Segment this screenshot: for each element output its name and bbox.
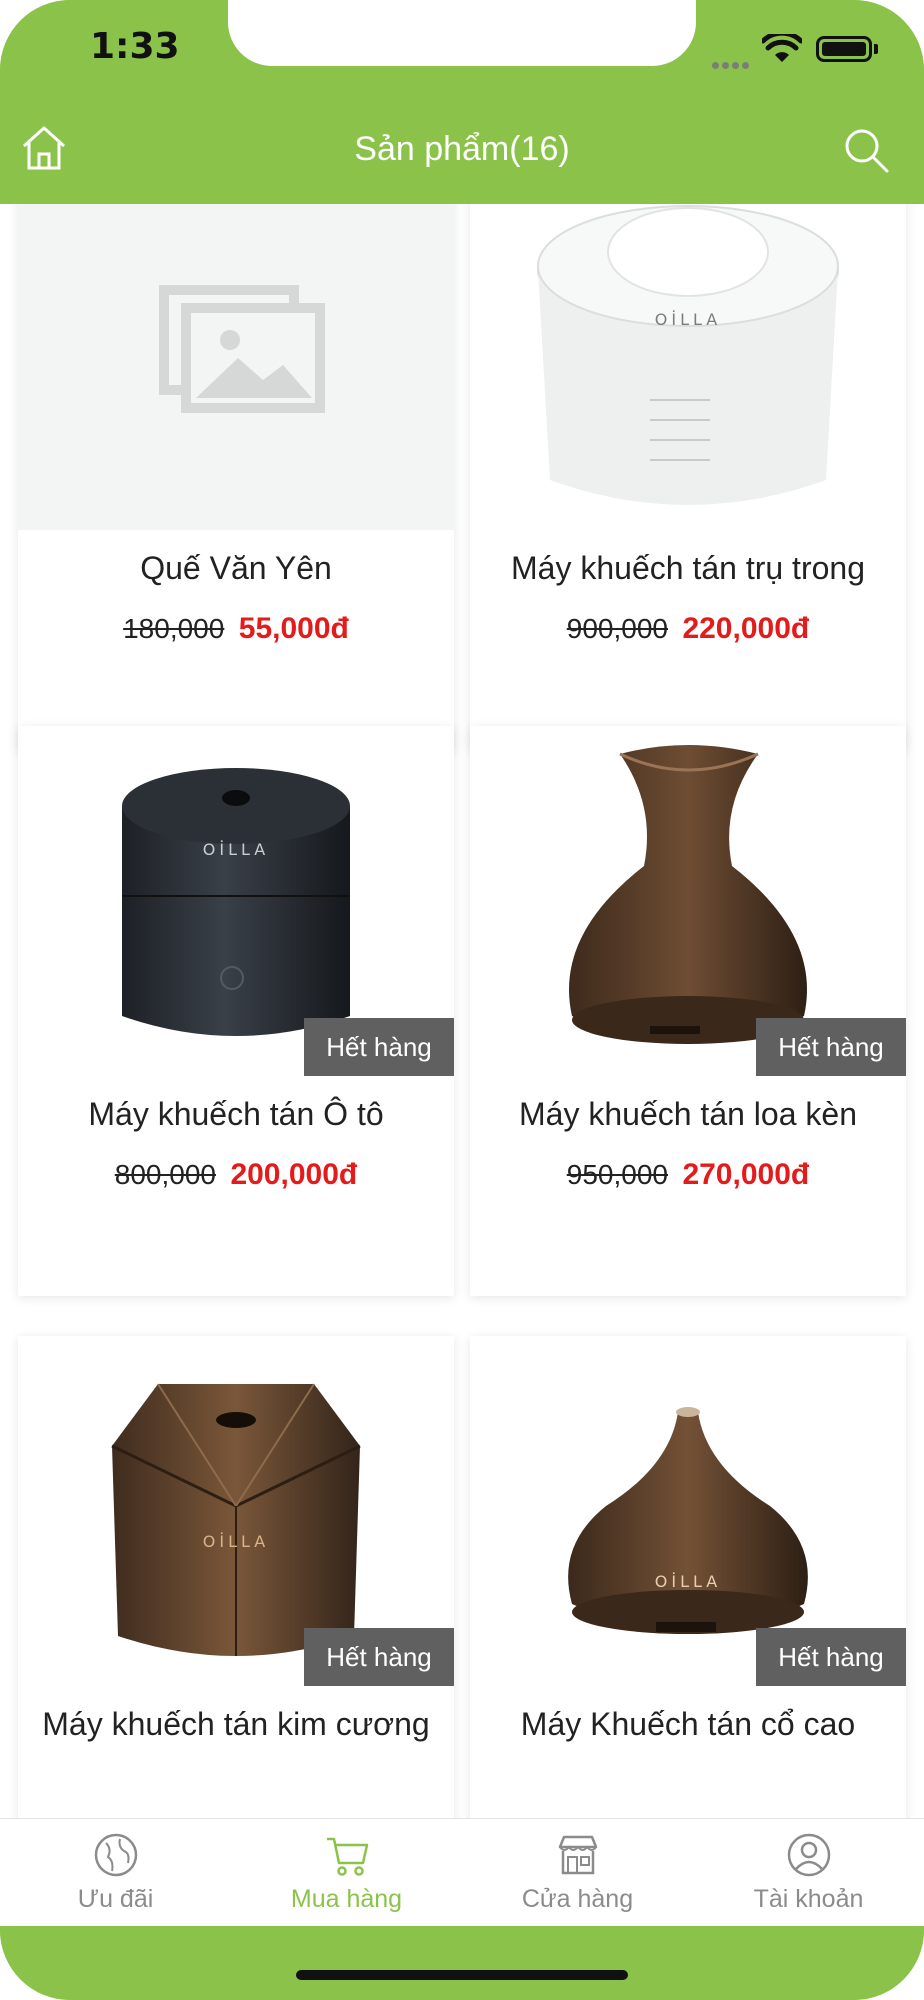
product-prices: 180,000 55,000đ <box>18 612 454 646</box>
tab-label: Mua hàng <box>290 1885 403 1913</box>
old-price: 950,000 <box>566 1159 668 1190</box>
battery-icon <box>816 36 872 62</box>
product-image: OİLLA Hết hàng <box>470 1336 906 1686</box>
product-name: Quế Văn Yên <box>140 550 332 586</box>
battery-cap <box>874 44 878 54</box>
product-card[interactable]: OİLLA Hết hàng Máy khuếch tán Ô tô 800,0… <box>18 726 454 1296</box>
tab-label: Cửa hàng <box>521 1885 634 1913</box>
status-bar: 1:33 <box>0 0 924 100</box>
old-price: 180,000 <box>123 613 225 644</box>
product-name: Máy khuếch tán kim cương <box>42 1706 430 1742</box>
home-indicator-area <box>0 1926 924 2000</box>
product-card[interactable]: OİLLA Hết hàng Máy Khuếch tán cổ cao <box>470 1336 906 1818</box>
old-price: 900,000 <box>566 613 668 644</box>
out-of-stock-badge: Hết hàng <box>304 1628 454 1686</box>
phone-screen: 1:33 Sản phẩm(16) Quế Văn Yên 180,000 55… <box>0 0 924 2000</box>
product-grid: Quế Văn Yên 180,000 55,000đ OİLLA Máy kh… <box>0 204 924 1818</box>
tab-uu-dai[interactable]: Ưu đãi <box>0 1819 231 1927</box>
product-image: OİLLA Hết hàng <box>18 1336 454 1686</box>
product-name: Máy khuếch tán loa kèn <box>519 1096 857 1132</box>
sale-price: 200,000đ <box>230 1158 358 1191</box>
status-time: 1:33 <box>90 26 180 67</box>
product-prices: 900,000 220,000đ <box>470 612 906 646</box>
out-of-stock-badge: Hết hàng <box>756 1628 906 1686</box>
notch <box>228 0 696 66</box>
brand-label: OİLLA <box>202 840 270 859</box>
sale-price: 270,000đ <box>682 1158 810 1191</box>
search-icon[interactable] <box>842 126 890 174</box>
placeholder-image-icon <box>159 285 325 413</box>
brand-label: OİLLA <box>202 1532 270 1551</box>
product-image: Hết hàng <box>470 726 906 1076</box>
product-card[interactable]: Quế Văn Yên 180,000 55,000đ <box>18 204 454 750</box>
out-of-stock-badge: Hết hàng <box>756 1018 906 1076</box>
product-name: Máy khuếch tán Ô tô <box>88 1096 384 1132</box>
product-image: OİLLA Hết hàng <box>18 726 454 1076</box>
tab-label: Ưu đãi <box>77 1885 154 1913</box>
product-name: Máy khuếch tán trụ trong <box>511 550 865 586</box>
sale-price: 220,000đ <box>682 612 810 645</box>
cart-icon <box>327 1837 369 1876</box>
user-icon <box>787 1833 831 1877</box>
product-image: OİLLA <box>470 204 906 530</box>
page-title: Sản phẩm(16) <box>354 130 570 168</box>
sale-price: 55,000đ <box>238 612 349 645</box>
globe-icon <box>94 1833 138 1877</box>
store-icon <box>558 1835 598 1875</box>
product-card[interactable]: OİLLA Hết hàng Máy khuếch tán kim cương <box>18 1336 454 1818</box>
tab-label: Tài khoản <box>753 1885 864 1913</box>
product-prices: 950,000 270,000đ <box>470 1158 906 1192</box>
home-indicator[interactable] <box>296 1970 628 1980</box>
bottom-tab-bar: Ưu đãi Mua hàng Cửa hàng Tài khoản <box>0 1818 924 1926</box>
brand-label: OİLLA <box>654 1572 722 1591</box>
signal-icon <box>712 54 752 73</box>
product-card[interactable]: OİLLA Máy khuếch tán trụ trong 900,000 2… <box>470 204 906 750</box>
old-price: 800,000 <box>114 1159 216 1190</box>
product-name: Máy Khuếch tán cổ cao <box>520 1706 856 1742</box>
nav-bar: Sản phẩm(16) <box>0 100 924 204</box>
tab-tai-khoan[interactable]: Tài khoản <box>693 1819 924 1927</box>
brand-label: OİLLA <box>654 310 722 329</box>
tab-cua-hang[interactable]: Cửa hàng <box>462 1819 693 1927</box>
product-image <box>18 204 454 530</box>
white-diffuser-image <box>537 205 839 505</box>
product-prices: 800,000 200,000đ <box>18 1158 454 1192</box>
tab-mua-hang[interactable]: Mua hàng <box>231 1819 462 1927</box>
product-card[interactable]: Hết hàng Máy khuếch tán loa kèn 950,000 … <box>470 726 906 1296</box>
wifi-icon <box>762 34 802 62</box>
out-of-stock-badge: Hết hàng <box>304 1018 454 1076</box>
